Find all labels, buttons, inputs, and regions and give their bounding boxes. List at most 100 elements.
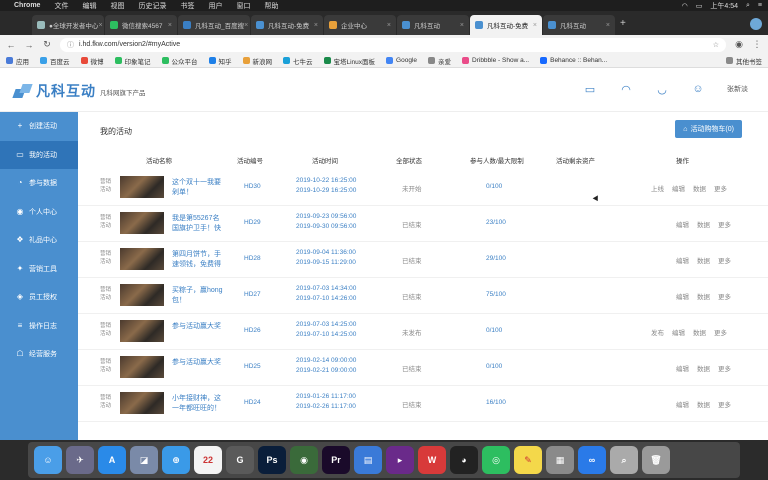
close-icon[interactable]: × [460,22,464,29]
site-logo[interactable]: 凡科互动 [14,81,96,101]
edit-link[interactable]: 编辑 [676,402,689,409]
data-link[interactable]: 数据 [697,366,710,373]
sidebar-item-data[interactable]: ◔ 参与数据 [0,169,78,198]
dock-app-icon[interactable]: Pr [322,446,350,474]
extension-icon[interactable]: ◉ [734,39,744,50]
url-input[interactable]: ⓘ i.hd.fkw.com/version2/#myActive ☆ [60,37,726,52]
close-icon[interactable]: × [533,22,537,29]
tab-active[interactable]: 凡科互动-免费 × [470,15,542,35]
dock-app-icon[interactable]: ⌕ [610,446,638,474]
reload-icon[interactable]: ↻ [42,39,52,50]
tab[interactable]: 凡科互动-免费 × [251,15,323,35]
activity-thumbnail[interactable] [120,284,164,306]
dock-app-icon[interactable]: A [98,446,126,474]
menu-icon[interactable]: ⋮ [752,39,762,50]
tab[interactable]: 微信搜索4567 × [105,15,177,35]
bookmark[interactable]: 亲爱 [428,56,451,66]
sidebar-item-marketing[interactable]: ✦ 营销工具 [0,255,78,284]
bookmark[interactable]: Google [386,57,417,64]
more-link[interactable]: 更多 [714,330,727,337]
headset-icon[interactable]: ◡ [655,82,669,96]
edit-link[interactable]: 编辑 [676,366,689,373]
activity-thumbnail[interactable] [120,212,164,234]
list-icon[interactable]: ≡ [758,2,762,9]
sidebar-item-profile[interactable]: ◉ 个人中心 [0,198,78,227]
sidebar-item-gifts[interactable]: ❖ 礼品中心 [0,226,78,255]
menu-item[interactable]: 窗口 [236,1,250,11]
data-link[interactable]: 数据 [693,330,706,337]
menu-item[interactable]: 帮助 [264,1,278,11]
activity-thumbnail[interactable] [120,176,164,198]
publish-link[interactable]: 上线 [651,186,664,193]
dock-app-icon[interactable]: ∞ [578,446,606,474]
bookmark[interactable]: 应用 [6,56,29,66]
profile-avatar[interactable] [750,18,762,30]
close-icon[interactable]: × [244,22,248,29]
bookmark[interactable]: 新浪网 [242,56,272,66]
dock-app-icon[interactable]: ✈ [66,446,94,474]
edit-link[interactable]: 编辑 [676,294,689,301]
back-icon[interactable]: ← [6,40,16,50]
dock-app-icon[interactable]: ◕ [450,446,478,474]
activity-name[interactable]: 我是第55267名国旗护卫手！快 [172,214,226,234]
activity-name[interactable]: 这个双十一我要剁单！ [172,178,226,198]
dock-app-icon[interactable]: W [418,446,446,474]
bookmark[interactable]: 宝塔Linux面板 [323,56,375,66]
edit-link[interactable]: 编辑 [672,186,685,193]
more-link[interactable]: 更多 [718,402,731,409]
menu-item[interactable]: 文件 [54,1,68,11]
edit-link[interactable]: 编辑 [676,258,689,265]
sidebar-item-logs[interactable]: ≡ 操作日志 [0,312,78,341]
activity-name[interactable]: 第四月饼节，手速领钱，免费得 [172,250,226,270]
bookmark[interactable]: 知乎 [208,56,232,66]
more-link[interactable]: 更多 [714,186,727,193]
tab[interactable]: 凡科互动 × [397,15,469,35]
bookmark[interactable]: 印象笔记 [114,56,151,66]
edit-link[interactable]: 编辑 [676,222,689,229]
dock-app-icon[interactable]: ⊕ [162,446,190,474]
dock-app-icon[interactable]: ◎ [482,446,510,474]
activity-thumbnail[interactable] [120,392,164,414]
menu-item[interactable]: 书签 [180,1,194,11]
close-icon[interactable]: × [168,22,172,29]
more-link[interactable]: 更多 [718,366,731,373]
bookmark-other[interactable]: 其他书签 [726,56,762,66]
tab[interactable]: 凡科互动_百度搜 × [178,15,250,35]
more-link[interactable]: 更多 [718,222,731,229]
menu-item[interactable]: 用户 [208,1,222,11]
close-icon[interactable]: × [387,22,391,29]
clock[interactable]: 上午4:54 [710,1,738,11]
menu-item[interactable]: 视图 [110,1,124,11]
bookmark[interactable]: 七牛云 [283,56,313,66]
dock-app-icon[interactable]: ✎ [514,446,542,474]
activity-name[interactable]: 参与活动赢大奖 [172,358,226,368]
bookmark[interactable]: Dribbble - Show a... [462,57,529,64]
publish-link[interactable]: 发布 [651,330,664,337]
tab[interactable]: 凡科互动 × [543,15,615,35]
cart-button[interactable]: ⌂ 活动购物车(0) [675,120,742,138]
tab[interactable]: 企业中心 × [324,15,396,35]
wifi-icon[interactable]: ◠ [682,2,688,10]
bookmark[interactable]: 百度云 [40,56,70,66]
data-link[interactable]: 数据 [697,222,710,229]
activity-thumbnail[interactable] [120,356,164,378]
bookmark[interactable]: 公众平台 [161,56,198,66]
new-tab-button[interactable]: + [620,18,634,32]
star-icon[interactable]: ☆ [713,41,719,49]
activity-name[interactable]: 参与活动赢大奖 [172,322,226,332]
activity-name[interactable]: 小年接财神，这一年都旺旺的！ [172,394,226,414]
sidebar-item-create[interactable]: + 创建活动 [0,112,78,141]
menu-item[interactable]: 历史记录 [138,1,166,11]
sidebar-item-my-activities[interactable]: ▭ 我的活动 [0,140,78,169]
data-link[interactable]: 数据 [697,258,710,265]
more-link[interactable]: 更多 [718,258,731,265]
sidebar-item-services[interactable]: ☖ 经营服务 [0,340,78,369]
menu-item[interactable]: 编辑 [82,1,96,11]
user-icon[interactable]: ☺ [691,82,705,96]
bell-icon[interactable]: ◠ [619,82,633,96]
close-icon[interactable]: × [98,22,102,29]
data-link[interactable]: 数据 [693,186,706,193]
search-icon[interactable]: ⌕ [746,2,750,10]
dock-app-icon[interactable]: Ps [258,446,286,474]
data-link[interactable]: 数据 [697,402,710,409]
